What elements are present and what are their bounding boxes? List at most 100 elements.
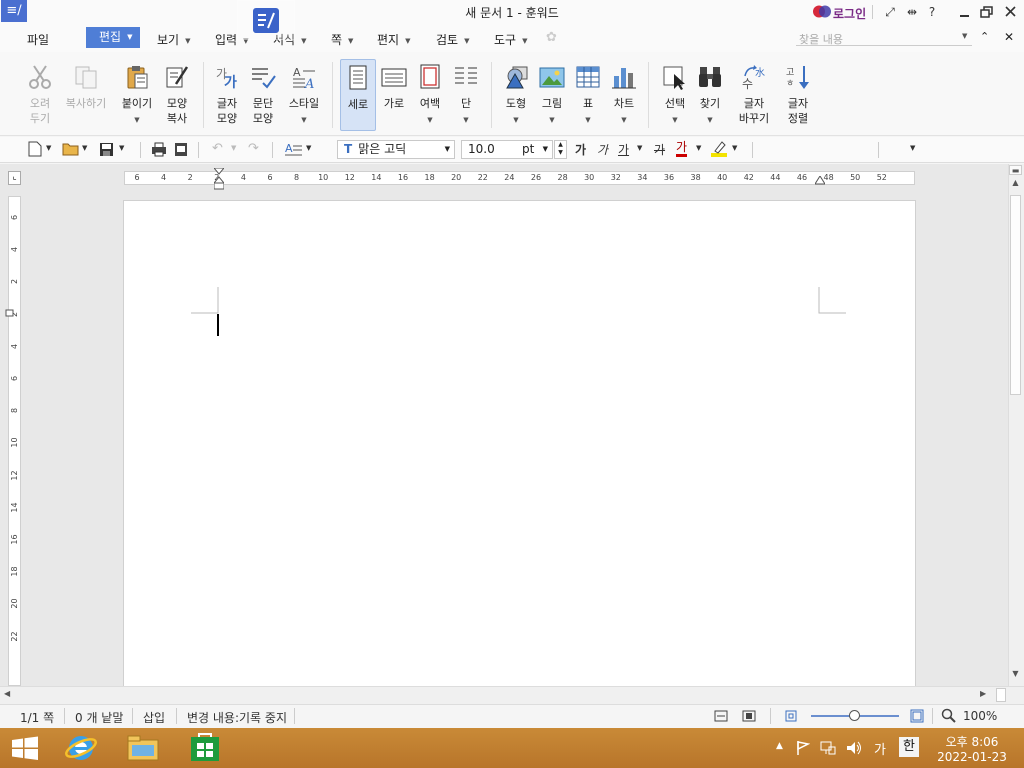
vertical-ruler[interactable]: 6 4 2 2 4 6 8 10 12 14 16 18 20 22 <box>8 196 21 686</box>
char-shape-button[interactable]: 가가 글자 모양 <box>210 52 244 136</box>
margin-button[interactable]: 여백 ▼ <box>412 52 448 136</box>
find-button[interactable]: 찾기 ▼ <box>694 52 726 136</box>
zoom-level[interactable]: 100% <box>963 709 997 723</box>
close-doc-icon[interactable]: ✕ <box>1004 30 1014 44</box>
hsplit-handle[interactable] <box>996 688 1006 702</box>
portrait-button[interactable]: 세로 <box>340 59 376 131</box>
highlight-icon[interactable] <box>710 140 728 157</box>
chevron-down-icon[interactable]: ▼ <box>119 144 124 152</box>
style-apply-icon[interactable]: A <box>285 141 303 157</box>
ime-mode-ga[interactable]: 가 <box>874 739 886 758</box>
undo-icon[interactable]: ↶ <box>212 141 223 156</box>
landscape-button[interactable]: 가로 <box>378 52 410 136</box>
store-icon[interactable] <box>176 728 234 768</box>
redo-icon[interactable]: ↷ <box>248 141 259 156</box>
zoom-in-icon[interactable] <box>910 709 924 723</box>
start-button[interactable] <box>0 728 58 768</box>
zoom-magnifier-icon[interactable] <box>941 708 957 724</box>
select-button[interactable]: 선택 ▼ <box>658 52 692 136</box>
addon-icon[interactable]: ✿ <box>546 30 557 45</box>
ruler-indent-marker-right[interactable] <box>815 176 825 186</box>
copy-button[interactable]: 복사하기 <box>62 52 110 136</box>
scroll-down-icon[interactable]: ▼ <box>1009 669 1022 682</box>
internet-explorer-icon[interactable] <box>52 728 110 768</box>
italic-button[interactable]: 가 <box>597 141 608 158</box>
vertical-scroll-thumb[interactable] <box>1010 195 1021 395</box>
style-button[interactable]: AA 스타일 ▼ <box>284 52 324 136</box>
full-page-icon[interactable] <box>742 710 756 722</box>
chart-button[interactable]: 차트 ▼ <box>608 52 640 136</box>
scroll-left-icon[interactable]: ◀ <box>4 689 10 698</box>
chevron-down-icon[interactable]: ▼ <box>732 144 737 152</box>
underline-button[interactable]: 가 <box>618 141 629 158</box>
horizontal-scrollbar[interactable] <box>0 686 1024 704</box>
format-copy-button[interactable]: 모양 복사 <box>160 52 194 136</box>
font-size-stepper[interactable]: ▲ ▼ <box>554 140 567 159</box>
chevron-down-icon[interactable]: ▼ <box>306 144 311 152</box>
split-view-icon[interactable]: ⇹ <box>901 3 923 21</box>
show-hidden-icons[interactable]: ▲ <box>776 741 783 751</box>
clock-date[interactable]: 2022-01-23 <box>927 750 1017 764</box>
fit-width-icon[interactable] <box>714 710 728 722</box>
zoom-out-icon[interactable] <box>785 710 797 722</box>
file-explorer-icon[interactable] <box>114 728 172 768</box>
menu-tools[interactable]: 도구 ▼ <box>494 31 527 48</box>
shape-button[interactable]: 도형 ▼ <box>500 52 532 136</box>
search-dropdown-icon[interactable]: ▼ <box>962 32 967 40</box>
new-doc-icon[interactable] <box>28 141 42 157</box>
columns-button[interactable]: 단 ▼ <box>450 52 482 136</box>
tab-stop-type-button[interactable]: ⌞ <box>8 171 21 185</box>
sort-button[interactable]: 고ㅎ 글자 정렬 <box>780 52 816 136</box>
chevron-down-icon[interactable]: ▼ <box>46 144 51 152</box>
close-button[interactable] <box>1000 3 1022 21</box>
fullscreen-icon[interactable]: ⤢ <box>879 3 901 21</box>
help-button[interactable]: ? <box>921 3 943 21</box>
picture-button[interactable]: 그림 ▼ <box>536 52 568 136</box>
replace-button[interactable]: 수水 글자 바꾸기 <box>734 52 774 136</box>
zoom-slider-thumb[interactable] <box>849 710 860 721</box>
open-folder-icon[interactable] <box>62 142 80 156</box>
font-color-button[interactable]: 가 <box>676 141 688 157</box>
chevron-down-icon[interactable]: ▼ <box>82 144 87 152</box>
track-changes-status[interactable]: 변경 내용:기록 중지 <box>187 709 287 726</box>
scroll-right-icon[interactable]: ▶ <box>980 689 986 698</box>
login-icon[interactable] <box>813 5 831 18</box>
chevron-down-icon[interactable]: ▼ <box>637 144 642 152</box>
split-handle-icon[interactable]: ▬ <box>1009 165 1022 175</box>
clock-time[interactable]: 오후 8:06 <box>927 733 1017 750</box>
menu-edit[interactable]: 편집 ▼ <box>86 27 140 48</box>
table-button[interactable]: 표 ▼ <box>572 52 604 136</box>
ime-mode-han[interactable]: 한 <box>899 737 919 757</box>
bold-button[interactable]: 가 <box>575 141 586 158</box>
cut-button[interactable]: 오려 두기 <box>22 52 58 136</box>
login-link[interactable]: 로그인 <box>833 5 866 22</box>
collapse-ribbon-icon[interactable]: ⌃ <box>980 30 989 43</box>
horizontal-ruler[interactable]: 6 4 2 2 4 6 8 10 12 14 16 18 20 22 24 26 28 30 32 34 36 38 40 4… <box>124 171 915 185</box>
font-size-select[interactable]: 10.0 pt ▼ <box>461 140 553 159</box>
page-indicator[interactable]: 1/1 쪽 <box>20 709 54 726</box>
menu-view[interactable]: 보기 ▼ <box>157 31 190 48</box>
print-preview-icon[interactable] <box>174 142 188 157</box>
menu-page[interactable]: 쪽 ▼ <box>331 31 353 48</box>
font-name-select[interactable]: T 맑은 고딕 ▼ <box>337 140 455 159</box>
minimize-button[interactable] <box>954 3 976 21</box>
menu-review[interactable]: 검토 ▼ <box>436 31 469 48</box>
para-shape-button[interactable]: 문단 모양 <box>246 52 280 136</box>
menu-mail[interactable]: 편지 ▼ <box>377 31 410 48</box>
paste-button[interactable]: 붙이기 ▼ <box>118 52 156 136</box>
strike-button[interactable]: 가 <box>654 141 665 158</box>
vruler-margin-marker[interactable] <box>5 309 15 317</box>
ruler-indent-marker-left[interactable] <box>214 168 224 192</box>
print-icon[interactable] <box>151 142 167 157</box>
save-icon[interactable] <box>99 142 114 157</box>
chevron-down-icon[interactable]: ▼ <box>231 144 236 152</box>
restore-button[interactable] <box>976 3 998 21</box>
scroll-up-icon[interactable]: ▲ <box>1009 178 1022 191</box>
menu-file[interactable]: 파일 <box>27 31 49 48</box>
document-page[interactable] <box>123 200 916 686</box>
hword-taskbar-button[interactable] <box>237 0 295 40</box>
network-icon[interactable] <box>820 740 836 756</box>
action-center-flag-icon[interactable] <box>796 740 810 756</box>
volume-icon[interactable] <box>845 740 863 756</box>
insert-mode[interactable]: 삽입 <box>143 709 165 726</box>
